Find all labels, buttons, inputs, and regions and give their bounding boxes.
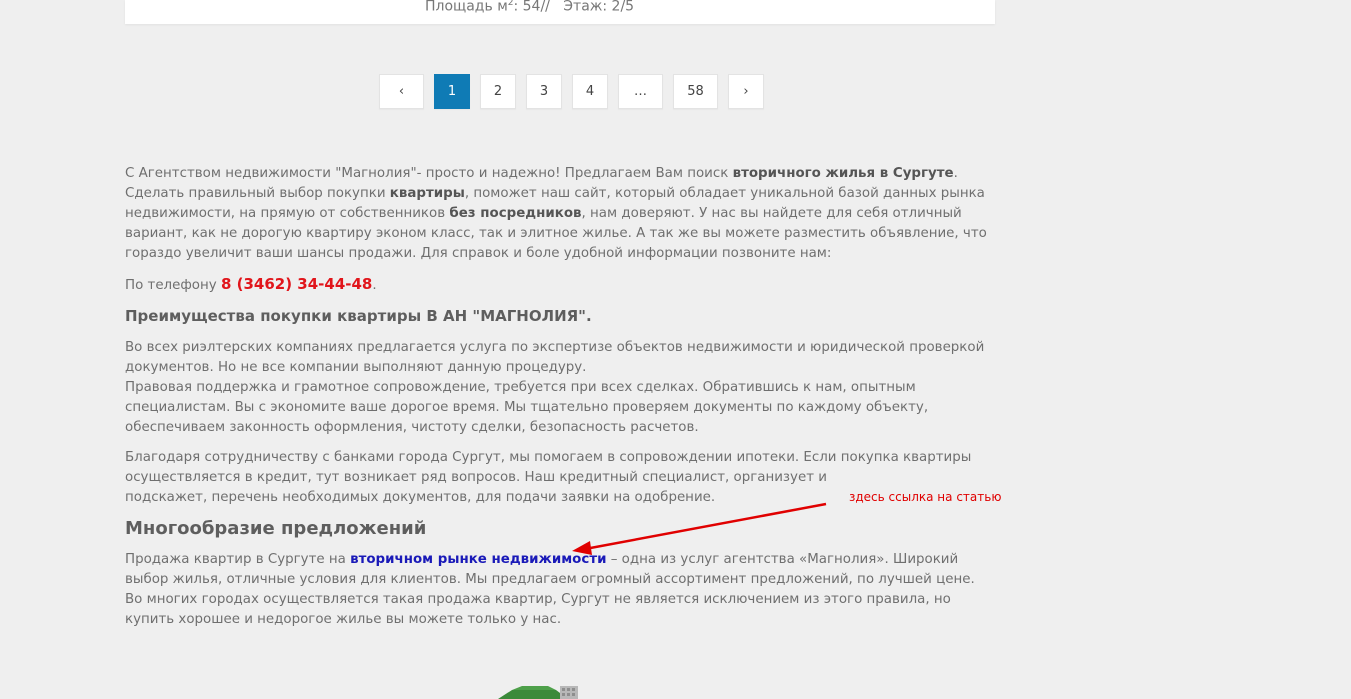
phone-label: По телефону: [125, 278, 221, 293]
advantages-p1-line1: Во всех риэлтерских компаниях предлагает…: [125, 340, 985, 375]
pagination-next-button[interactable]: ›: [728, 74, 764, 109]
pagination-page-2[interactable]: 2: [480, 74, 516, 109]
advantages-p2-line2: подскажет, перечень необходимых документ…: [125, 490, 716, 505]
listing-floor: Этаж: 2/5: [563, 0, 635, 15]
pagination-page-4[interactable]: 4: [572, 74, 608, 109]
advantages-p2-line1: Благодаря сотрудничеству с банками город…: [125, 450, 972, 485]
intro-bold-3: без посредников: [449, 206, 582, 221]
seo-article: С Агентством недвижимости "Магнолия"- пр…: [125, 164, 995, 640]
advantages-p1-line2: Правовая поддержка и грамотное сопровожд…: [125, 380, 929, 435]
pagination-page-last[interactable]: 58: [673, 74, 718, 109]
advantages-paragraph-1: Во всех риэлтерских компаниях предлагает…: [125, 338, 995, 438]
listing-card: Площадь м2: 54// Этаж: 2/5: [125, 0, 995, 24]
phone-paragraph: По телефону 8 (3462) 34-44-48.: [125, 274, 995, 296]
listing-meta: Площадь м2: 54// Этаж: 2/5: [425, 0, 634, 15]
intro-text-1: С Агентством недвижимости "Магнолия"- пр…: [125, 166, 733, 181]
house-image-icon: [498, 686, 578, 699]
phone-number[interactable]: 8 (3462) 34-44-48: [221, 275, 372, 293]
variety-text-1: Продажа квартир в Сургуте на: [125, 552, 351, 567]
variety-paragraph: Продажа квартир в Сургуте на вторичном р…: [125, 550, 995, 630]
pagination-prev-button[interactable]: ‹: [379, 74, 424, 109]
pagination-ellipsis[interactable]: …: [618, 74, 663, 109]
variety-heading: Многообразие предложений: [125, 518, 427, 539]
annotation-note: здесь ссылка на статью: [849, 490, 1002, 504]
intro-bold-1: вторичного жилья в Сургуте: [732, 166, 954, 181]
pagination-page-3[interactable]: 3: [526, 74, 562, 109]
secondary-market-link[interactable]: вторичном рынке недвижимости: [350, 552, 606, 567]
listing-area-label: Площадь м: [425, 0, 508, 15]
intro-bold-2: квартиры: [389, 186, 465, 201]
intro-paragraph: С Агентством недвижимости "Магнолия"- пр…: [125, 164, 995, 264]
listing-area-value: : 54//: [513, 0, 550, 15]
advantages-heading: Преимущества покупки квартиры В АН "МАГН…: [125, 307, 592, 325]
pagination: ‹ 1 2 3 4 … 58 ›: [379, 74, 764, 109]
pagination-page-1[interactable]: 1: [434, 74, 470, 109]
phone-end: .: [372, 278, 377, 293]
